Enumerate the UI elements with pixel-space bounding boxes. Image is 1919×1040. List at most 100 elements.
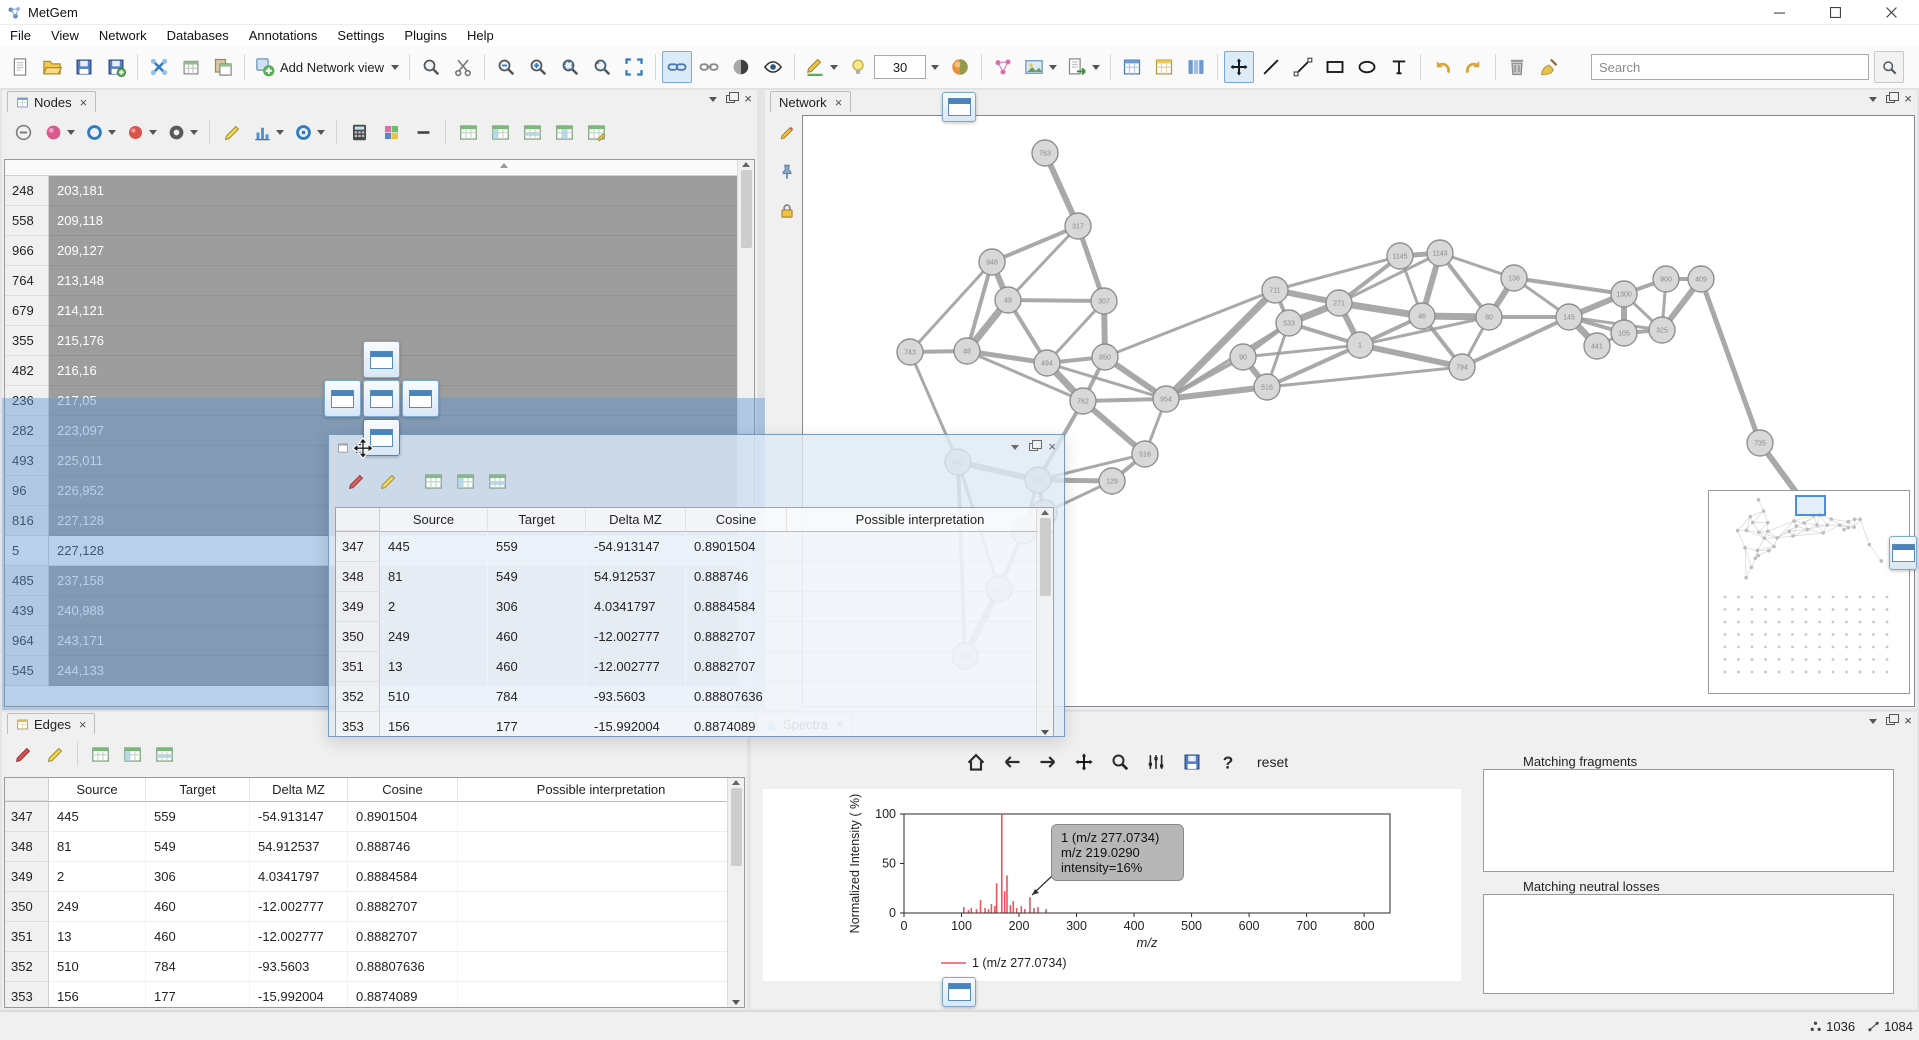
draw-line-button[interactable] xyxy=(1256,51,1286,83)
column-header-possible-interpretation[interactable]: Possible interpretation xyxy=(787,508,1053,531)
minimap-viewport[interactable] xyxy=(1796,496,1825,515)
process-data-button[interactable] xyxy=(144,51,174,83)
draw-ellipse-button[interactable] xyxy=(1352,51,1382,83)
floating-edges-window[interactable]: Edges × SourceTargetDelta MZCosinePossib… xyxy=(328,434,1065,737)
table-row[interactable]: 3488154954.9125370.888746 xyxy=(5,832,744,862)
nodes-column-header[interactable] xyxy=(5,160,754,176)
export-image-button[interactable] xyxy=(1020,51,1061,83)
menu-annotations[interactable]: Annotations xyxy=(239,26,328,45)
view-selected-columns-button[interactable] xyxy=(117,738,147,770)
draw-text-button[interactable] xyxy=(1384,51,1414,83)
pie-chart-colors-button[interactable] xyxy=(945,51,975,83)
help-button[interactable]: ? xyxy=(1213,746,1243,778)
forward-button[interactable] xyxy=(1033,746,1063,778)
pin-column-dropdown-icon[interactable] xyxy=(149,130,157,135)
table-row[interactable]: 350249460-12.0027770.8882707 xyxy=(336,622,1053,652)
table-row[interactable]: 35113460-12.0027770.8882707 xyxy=(336,652,1053,682)
highlight-red-button[interactable] xyxy=(8,738,38,770)
nodes-tab-close-icon[interactable]: × xyxy=(80,95,88,110)
edges-table[interactable]: SourceTargetDelta MZCosinePossible inter… xyxy=(4,777,745,1008)
network-float-icon[interactable] xyxy=(1886,95,1895,103)
cut-button[interactable] xyxy=(448,51,478,83)
table-row[interactable]: 34923064.03417970.8884584 xyxy=(336,592,1053,622)
table-row[interactable]: 35113460-12.0027770.8882707 xyxy=(5,922,744,952)
network-close-icon[interactable]: × xyxy=(1904,94,1912,104)
minimap[interactable] xyxy=(1708,490,1910,694)
nodes-float-icon[interactable] xyxy=(726,95,735,103)
column-header-delta-mz[interactable]: Delta MZ xyxy=(250,778,348,801)
node-color-button[interactable] xyxy=(801,51,842,83)
floating-edges-table[interactable]: SourceTargetDelta MZCosinePossible inter… xyxy=(335,507,1054,737)
export-image-dropdown-icon[interactable] xyxy=(1049,65,1057,70)
dock-indicator-left[interactable] xyxy=(324,380,361,417)
menu-network[interactable]: Network xyxy=(89,26,157,45)
node-size-value[interactable]: 30 xyxy=(874,55,926,79)
column-header-target[interactable]: Target xyxy=(488,508,586,531)
cluster-colors-button[interactable] xyxy=(376,116,406,148)
column-header-cosine[interactable]: Cosine xyxy=(348,778,458,801)
link-views-button[interactable] xyxy=(694,51,724,83)
table-row[interactable]: 248203,181 xyxy=(5,176,754,206)
spectra-close-icon[interactable]: × xyxy=(1904,716,1912,726)
tab-network[interactable]: Network × xyxy=(770,91,851,112)
edges-tab-close-icon[interactable]: × xyxy=(79,717,87,732)
view-selected-columns-button[interactable] xyxy=(450,465,480,497)
table-row[interactable]: 347445559-54.9131470.8901504 xyxy=(5,802,744,832)
view-selected-columns-button[interactable] xyxy=(485,116,515,148)
scroll-up-icon[interactable] xyxy=(1041,510,1049,515)
column-header-source[interactable]: Source xyxy=(49,778,146,801)
table-row[interactable]: 353156177-15.9920040.8874089 xyxy=(5,982,744,1008)
scroll-down-icon[interactable] xyxy=(732,1000,740,1005)
zoom-out-button[interactable] xyxy=(491,51,521,83)
highlight-yellow-button[interactable] xyxy=(40,738,70,770)
dock-indicator-right[interactable] xyxy=(402,380,439,417)
menu-settings[interactable]: Settings xyxy=(327,26,394,45)
hide-unselected-button[interactable] xyxy=(726,51,756,83)
open-edges-table-button[interactable] xyxy=(1149,51,1179,83)
view-filtered-rows-button[interactable] xyxy=(482,465,512,497)
table-row[interactable]: 558209,118 xyxy=(5,206,754,236)
view-filtered-rows-button[interactable] xyxy=(149,738,179,770)
view-highlighted-button[interactable] xyxy=(549,116,579,148)
scrollbar-thumb[interactable] xyxy=(1040,518,1051,596)
dock-indicator-window-top[interactable] xyxy=(942,92,976,122)
save-project-as-button[interactable] xyxy=(101,51,131,83)
spectrum-figure[interactable]: 0100200300400500600700800050100Normalize… xyxy=(763,789,1461,981)
nodes-close-icon[interactable]: × xyxy=(744,94,752,104)
table-row[interactable]: 966209,127 xyxy=(5,236,754,266)
open-nodes-table-button[interactable] xyxy=(1117,51,1147,83)
view-all-rows-button[interactable] xyxy=(85,738,115,770)
add-network-view-dropdown-icon[interactable] xyxy=(391,65,399,70)
home-button[interactable] xyxy=(961,746,991,778)
link-selection-button[interactable] xyxy=(662,51,692,83)
dock-indicator-center[interactable] xyxy=(363,380,400,417)
tab-edges[interactable]: Edges × xyxy=(7,713,95,734)
redo-button[interactable] xyxy=(1459,51,1489,83)
view-all-rows-button[interactable] xyxy=(453,116,483,148)
column-header-source[interactable]: Source xyxy=(380,508,488,531)
table-row[interactable]: 34923064.03417970.8884584 xyxy=(5,862,744,892)
open-project-button[interactable] xyxy=(37,51,67,83)
floating-float-icon[interactable] xyxy=(1029,443,1038,451)
table-row[interactable]: 352510784-93.56030.88807636 xyxy=(5,952,744,982)
menu-help[interactable]: Help xyxy=(457,26,504,45)
map-column-dropdown-icon[interactable] xyxy=(317,130,325,135)
save-figure-button[interactable] xyxy=(1177,746,1207,778)
table-row[interactable]: 3488154954.9125370.888746 xyxy=(336,562,1053,592)
pie-by-column-button[interactable] xyxy=(163,116,202,148)
undo-button[interactable] xyxy=(1427,51,1457,83)
scrollbar-thumb[interactable] xyxy=(741,170,752,248)
table-row[interactable]: 350249460-12.0027770.8882707 xyxy=(5,892,744,922)
annotate-button[interactable] xyxy=(772,117,802,149)
fullscreen-button[interactable] xyxy=(619,51,649,83)
table-row[interactable]: 353156177-15.9920040.8874089 xyxy=(336,712,1053,737)
export-metadata-button[interactable] xyxy=(1063,51,1104,83)
view-all-rows-button[interactable] xyxy=(418,465,448,497)
show-all-button[interactable] xyxy=(758,51,788,83)
edit-table-button[interactable] xyxy=(581,116,611,148)
scroll-up-icon[interactable] xyxy=(742,162,750,167)
back-button[interactable] xyxy=(997,746,1027,778)
import-metadata-button[interactable] xyxy=(176,51,206,83)
dock-indicator-window-right[interactable] xyxy=(1889,536,1917,570)
pin-nodes-button[interactable] xyxy=(772,156,802,188)
